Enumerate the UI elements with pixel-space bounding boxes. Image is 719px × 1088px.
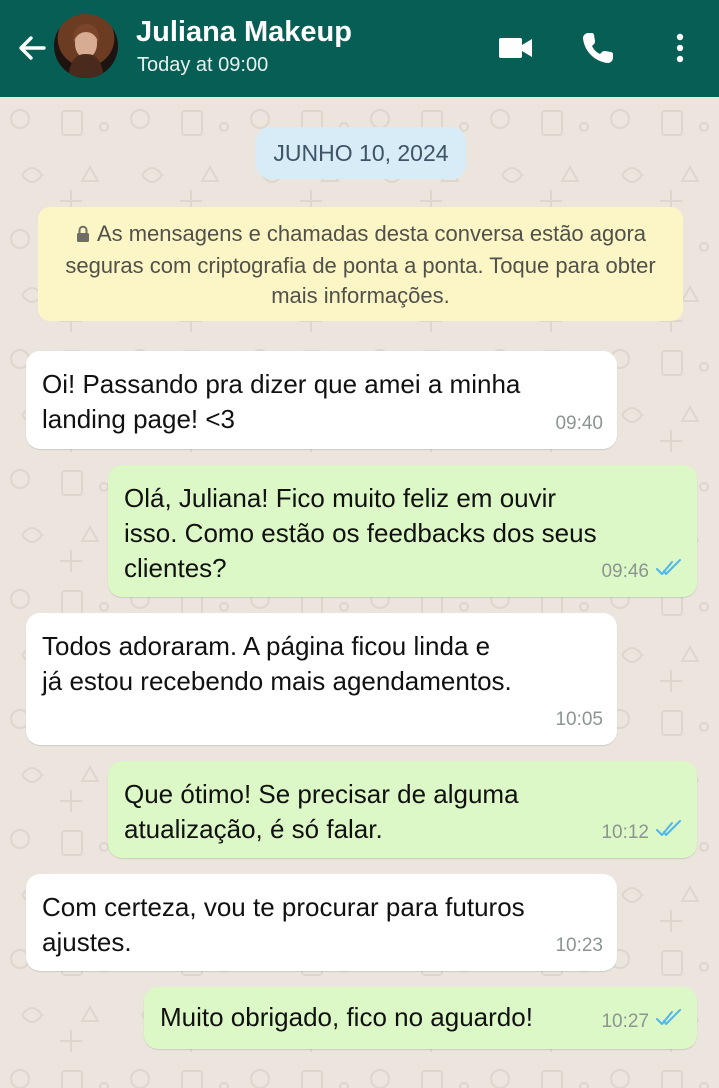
message-text: Com certeza, vou te procurar para futuro… bbox=[42, 892, 525, 957]
message-time: 10:27 bbox=[601, 1011, 649, 1032]
message-time: 10:23 bbox=[555, 935, 603, 956]
double-check-read-icon bbox=[655, 815, 683, 850]
message-text: Oi! Passando pra dizer que amei a minha … bbox=[42, 369, 521, 434]
message-incoming[interactable]: Oi! Passando pra dizer que amei a minha … bbox=[26, 351, 617, 449]
encryption-notice[interactable]: As mensagens e chamadas desta conversa e… bbox=[38, 207, 683, 321]
message-meta: 10:12 bbox=[601, 815, 683, 850]
message-time: 09:40 bbox=[555, 413, 603, 434]
message-outgoing[interactable]: Que ótimo! Se precisar de alguma atualiz… bbox=[108, 761, 697, 858]
chat-header: Juliana Makeup Today at 09:00 bbox=[0, 0, 719, 97]
double-check-read-icon bbox=[655, 1004, 683, 1039]
message-meta: 09:46 bbox=[601, 554, 683, 589]
contact-last-seen: Today at 09:00 bbox=[137, 54, 269, 76]
message-incoming[interactable]: Todos adoraram. A página ficou linda e j… bbox=[26, 613, 617, 745]
encryption-notice-text: As mensagens e chamadas desta conversa e… bbox=[65, 221, 656, 308]
message-meta: 10:23 bbox=[555, 928, 603, 963]
message-text: Que ótimo! Se precisar de alguma atualiz… bbox=[124, 779, 519, 844]
message-time: 09:46 bbox=[601, 561, 649, 582]
back-arrow-icon[interactable] bbox=[12, 28, 52, 68]
phone-icon[interactable] bbox=[576, 26, 620, 70]
video-call-icon[interactable] bbox=[494, 26, 538, 70]
contact-name[interactable]: Juliana Makeup bbox=[136, 16, 352, 49]
message-time: 10:05 bbox=[555, 709, 603, 730]
message-text: Olá, Juliana! Fico muito feliz em ouvir … bbox=[124, 483, 597, 583]
message-incoming[interactable]: Com certeza, vou te procurar para futuro… bbox=[26, 874, 617, 971]
date-chip: JUNHO 10, 2024 bbox=[256, 127, 466, 179]
message-meta: 09:40 bbox=[555, 406, 603, 441]
chat-area[interactable]: JUNHO 10, 2024 As mensagens e chamadas d… bbox=[0, 97, 719, 1088]
message-meta: 10:27 bbox=[601, 1004, 683, 1039]
message-text: Todos adoraram. A página ficou linda e j… bbox=[42, 631, 512, 696]
more-options-icon[interactable] bbox=[660, 26, 704, 70]
message-outgoing[interactable]: Olá, Juliana! Fico muito feliz em ouvir … bbox=[108, 465, 697, 597]
avatar[interactable] bbox=[54, 14, 118, 78]
message-meta: 10:05 bbox=[555, 702, 603, 737]
lock-icon bbox=[75, 221, 91, 251]
double-check-read-icon bbox=[655, 554, 683, 589]
message-time: 10:12 bbox=[601, 822, 649, 843]
message-outgoing[interactable]: Muito obrigado, fico no aguardo! 10:27 bbox=[144, 987, 697, 1049]
